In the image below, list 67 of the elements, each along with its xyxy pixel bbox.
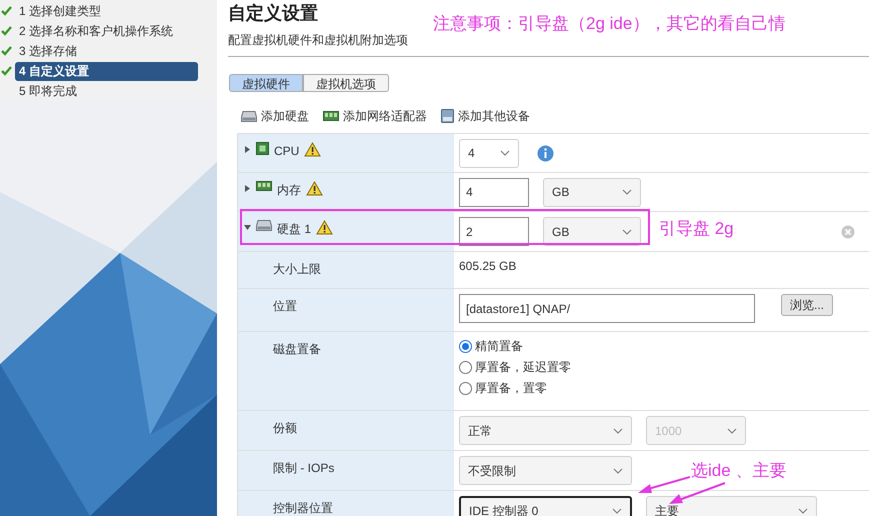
- wizard-step[interactable]: 1 选择创建类型: [15, 2, 198, 20]
- input-field[interactable]: 4: [459, 178, 529, 206]
- radio-button[interactable]: [459, 340, 472, 352]
- page-subtitle: 配置虚拟机硬件和虚拟机附加选项: [228, 32, 409, 49]
- page-title: 自定义设置: [228, 2, 319, 25]
- chevron-down-icon: [612, 508, 622, 514]
- wizard-step[interactable]: 2 选择名称和客户机操作系统: [15, 22, 198, 40]
- check-icon: [1, 26, 12, 36]
- dropdown[interactable]: GB: [543, 178, 641, 206]
- setting-label: 位置: [272, 298, 297, 315]
- annotation-note: 注意事项：引导盘（2g ide），其它的看自己情: [433, 13, 786, 35]
- wizard-step[interactable]: 3 选择存储: [15, 42, 198, 60]
- chevron-down-icon: [613, 468, 623, 474]
- radio-button[interactable]: [459, 382, 472, 394]
- warning-icon: [306, 181, 323, 196]
- warning-icon: [316, 220, 334, 235]
- check-icon: [1, 6, 12, 16]
- check-icon: [1, 66, 12, 76]
- device-icon: [441, 109, 454, 123]
- tab[interactable]: 虚拟硬件: [229, 74, 303, 92]
- input-field[interactable]: [datastore1] QNAP/: [459, 294, 755, 323]
- tab[interactable]: 虚拟机选项: [303, 74, 389, 92]
- radio-label: 厚置备，延迟置零: [475, 359, 571, 376]
- radio-label: 厚置备，置零: [475, 380, 547, 397]
- setting-label: 份额: [272, 420, 297, 437]
- browse-button[interactable]: 浏览...: [781, 294, 834, 316]
- toolbar-button[interactable]: 添加硬盘: [241, 107, 309, 125]
- radio-button[interactable]: [459, 360, 472, 374]
- chevron-down-icon: [500, 150, 510, 156]
- dropdown[interactable]: 主要: [646, 496, 817, 516]
- chevron-down-icon: [613, 428, 623, 434]
- annotation-arrow: [669, 482, 725, 506]
- radio-label: 精简置备: [475, 338, 523, 355]
- setting-label: 控制器位置: [272, 500, 333, 516]
- caret-right-icon[interactable]: [244, 185, 251, 192]
- annotation-label: 引导盘 2g: [659, 218, 734, 240]
- chip-icon: [256, 142, 269, 155]
- chevron-down-icon: [798, 508, 808, 514]
- dropdown[interactable]: 正常: [459, 416, 632, 445]
- input-field[interactable]: 2: [459, 217, 529, 246]
- device-label: 硬盘 1: [277, 221, 312, 238]
- warning-icon: [304, 142, 322, 157]
- toolbar-button[interactable]: 添加其他设备: [441, 107, 530, 125]
- info-icon[interactable]: [537, 144, 554, 162]
- device-label: 内存: [277, 182, 301, 199]
- check-icon: [1, 46, 12, 56]
- value-text: 605.25 GB: [459, 258, 516, 275]
- toolbar-button[interactable]: 添加网络适配器: [323, 107, 427, 125]
- caret-right-icon[interactable]: [244, 146, 251, 153]
- setting-label: 磁盘置备: [272, 341, 321, 358]
- dropdown[interactable]: IDE 控制器 0: [459, 496, 632, 516]
- dropdown[interactable]: 4: [459, 138, 519, 168]
- chevron-down-icon: [622, 228, 632, 234]
- wizard-step[interactable]: 5 即将完成: [15, 82, 198, 100]
- wizard-step[interactable]: 4 自定义设置: [15, 62, 198, 80]
- setting-label: 大小上限: [272, 261, 321, 278]
- memory-card-icon: [256, 181, 272, 191]
- chevron-down-icon: [727, 428, 737, 434]
- dropdown[interactable]: 不受限制: [459, 456, 632, 485]
- caret-down-icon[interactable]: [244, 224, 251, 231]
- device-label: CPU: [274, 143, 300, 160]
- annotation-label: 选ide 、主要: [691, 460, 786, 482]
- annotation-arrow: [638, 476, 690, 496]
- setting-label: 限制 - IOPs: [272, 460, 334, 477]
- dropdown[interactable]: GB: [543, 217, 641, 246]
- chevron-down-icon: [622, 189, 632, 195]
- memory-card-icon: [323, 111, 339, 121]
